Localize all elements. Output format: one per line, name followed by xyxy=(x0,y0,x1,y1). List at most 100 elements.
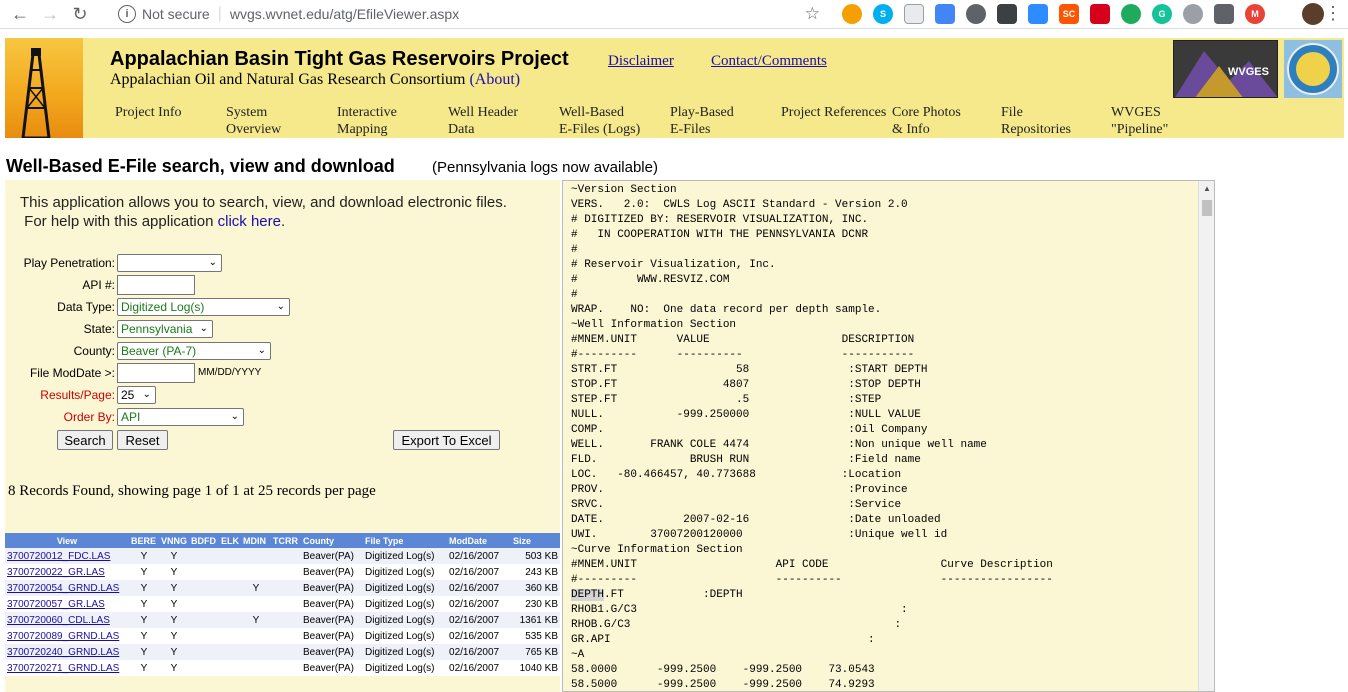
extension-icon[interactable]: SC xyxy=(1059,4,1079,24)
document-icon[interactable] xyxy=(904,4,924,24)
table-cell xyxy=(241,596,272,612)
menu-wvges-pipeline[interactable]: WVGES "Pipeline" xyxy=(1111,104,1168,138)
table-cell: 535 KB xyxy=(511,628,560,644)
extension-icon[interactable] xyxy=(1090,4,1110,24)
menu-file-repositories[interactable]: File Repositories xyxy=(1001,104,1071,138)
table-cell: Y xyxy=(159,580,190,596)
info-icon[interactable]: i xyxy=(118,5,136,23)
menu-interactive-mapping[interactable]: Interactive Mapping xyxy=(337,104,397,138)
moddate-input[interactable] xyxy=(117,363,195,383)
table-cell: Beaver(PA) xyxy=(301,628,364,644)
wvges-logo[interactable]: WVGES xyxy=(1173,40,1278,98)
table-cell: 243 KB xyxy=(511,564,560,580)
api-label: API #: xyxy=(82,278,115,292)
menu-play-based-efiles[interactable]: Play-Based E-Files xyxy=(670,104,734,138)
search-button[interactable]: Search xyxy=(57,430,113,450)
las-line: # WWW.RESVIZ.COM xyxy=(571,274,730,286)
table-cell: Digitized Log(s) xyxy=(363,580,448,596)
skype-icon[interactable]: S xyxy=(873,4,893,24)
viewer-scrollbar[interactable]: ▲ xyxy=(1198,181,1214,691)
extension-icon[interactable] xyxy=(842,4,862,24)
order-by-label: Order By: xyxy=(63,410,115,424)
gmail-icon[interactable]: M xyxy=(1245,4,1265,24)
table-cell xyxy=(219,596,242,612)
table-row: 3700720057_GR.LAS Y Y Beaver(PA) Digitized L… xyxy=(5,596,560,612)
forward-icon[interactable]: → xyxy=(38,2,62,26)
reload-icon[interactable]: ↻ xyxy=(68,2,92,26)
bookmark-star-icon[interactable]: ☆ xyxy=(805,4,820,24)
state-label: State: xyxy=(83,322,115,336)
state-select[interactable]: Pennsylvania ⌄ xyxy=(117,320,213,338)
las-line: SRVC. :Service xyxy=(571,499,902,511)
menu-project-references[interactable]: Project References xyxy=(781,104,886,121)
menu-project-info[interactable]: Project Info xyxy=(115,104,181,121)
lightbulb-icon[interactable] xyxy=(997,4,1017,24)
file-link-cell: 3700720271_GRND.LAS xyxy=(5,660,129,676)
las-line: COMP. :Oil Company xyxy=(571,424,928,436)
file-link[interactable]: 3700720054_GRND.LAS xyxy=(7,583,119,594)
table-cell xyxy=(189,612,220,628)
file-link[interactable]: 3700720060_CDL.LAS xyxy=(7,615,110,626)
selected-text: DEPTH xyxy=(571,589,605,601)
table-cell xyxy=(271,564,302,580)
table-row: 3700720022_GR.LAS Y Y Beaver(PA) Digitized L… xyxy=(5,564,560,580)
file-link[interactable]: 3700720012_FDC.LAS xyxy=(7,551,110,562)
menu-well-header-data[interactable]: Well Header Data xyxy=(448,104,518,138)
county-select[interactable]: Beaver (PA-7) ⌄ xyxy=(117,342,271,360)
intro-text: This application allows you to search, v… xyxy=(20,194,507,230)
file-link[interactable]: 3700720240_GRND.LAS xyxy=(7,647,119,658)
file-link[interactable]: 3700720089_GRND.LAS xyxy=(7,631,119,642)
video-icon[interactable] xyxy=(1028,4,1048,24)
address-bar[interactable]: i Not secure | wvgs.wvnet.edu/atg/EfileV… xyxy=(106,0,830,28)
table-cell: Beaver(PA) xyxy=(301,596,364,612)
extension-icon[interactable] xyxy=(1183,4,1203,24)
table-cell xyxy=(219,564,242,580)
profile-avatar[interactable] xyxy=(1302,3,1324,25)
table-cell: 02/16/2007 xyxy=(447,548,512,564)
las-file-viewer[interactable]: ~Version Section VERS. 2.0: CWLS Log ASCI… xyxy=(562,180,1215,692)
scroll-thumb[interactable] xyxy=(1202,200,1212,216)
table-cell xyxy=(189,596,220,612)
reset-button[interactable]: Reset xyxy=(117,430,168,450)
data-type-select[interactable]: Digitized Log(s) ⌄ xyxy=(117,298,290,316)
col-size: Size xyxy=(511,533,560,548)
file-link[interactable]: 3700720271_GRND.LAS xyxy=(7,663,119,674)
about-link[interactable]: (About) xyxy=(469,71,520,88)
scroll-up-icon[interactable]: ▲ xyxy=(1203,184,1211,193)
disclaimer-link[interactable]: Disclaimer xyxy=(608,53,674,70)
table-cell: Digitized Log(s) xyxy=(363,612,448,628)
table-cell: Y xyxy=(241,612,272,628)
api-input[interactable] xyxy=(117,275,195,295)
col-file-type: File Type xyxy=(363,533,448,548)
extension-icon[interactable] xyxy=(966,4,986,24)
more-menu-icon[interactable]: ⋮ xyxy=(1324,3,1342,24)
file-link[interactable]: 3700720022_GR.LAS xyxy=(7,567,105,578)
table-cell xyxy=(271,612,302,628)
table-cell: Beaver(PA) xyxy=(301,612,364,628)
extensions-puzzle-icon[interactable] xyxy=(1214,4,1234,24)
translate-icon[interactable] xyxy=(935,4,955,24)
menu-well-based-efiles[interactable]: Well-Based E-Files (Logs) xyxy=(559,104,640,138)
back-icon[interactable]: ← xyxy=(8,2,32,26)
order-by-select[interactable]: API ⌄ xyxy=(117,408,244,426)
menu-system-overview[interactable]: System Overview xyxy=(226,104,281,138)
menu-core-photos[interactable]: Core Photos & Info xyxy=(892,104,961,138)
results-per-page-select[interactable]: 25 ⌄ xyxy=(117,386,156,404)
table-cell: Beaver(PA) xyxy=(301,644,364,660)
grammarly-icon[interactable]: G xyxy=(1152,4,1172,24)
page-note: (Pennsylvania logs now available) xyxy=(432,159,658,176)
chevron-down-icon: ⌄ xyxy=(230,411,239,422)
url-text[interactable]: wvgs.wvnet.edu/atg/EfileViewer.aspx xyxy=(230,6,459,22)
table-cell xyxy=(271,644,302,660)
extension-icon[interactable] xyxy=(1121,4,1141,24)
las-line: GR.API : xyxy=(571,634,875,646)
file-link-cell: 3700720060_CDL.LAS xyxy=(5,612,129,628)
export-excel-button[interactable]: Export To Excel xyxy=(393,430,500,450)
play-penetration-select[interactable]: ⌄ xyxy=(117,254,222,272)
contact-link[interactable]: Contact/Comments xyxy=(711,53,827,70)
las-line: WRAP. NO: One data record per depth samp… xyxy=(571,304,882,316)
file-link[interactable]: 3700720057_GR.LAS xyxy=(7,599,105,610)
file-link-cell: 3700720012_FDC.LAS xyxy=(5,548,129,564)
table-header-row: View BERE VNNG BDFD ELK MDIN TCRR County… xyxy=(5,533,560,548)
help-link[interactable]: click here xyxy=(218,213,281,230)
